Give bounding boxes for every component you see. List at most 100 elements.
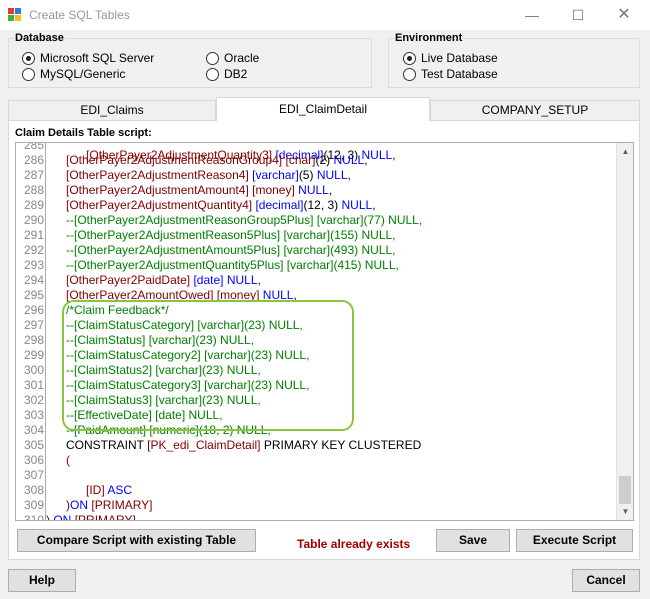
- script-label: Claim Details Table script:: [15, 127, 152, 139]
- code-area[interactable]: [OtherPayer2AdjustmentQuantity3] [decima…: [45, 143, 615, 520]
- radio-label: Oracle: [224, 51, 260, 65]
- code-line: --[OtherPayer2AdjustmentAmount5Plus] [va…: [46, 243, 396, 258]
- environment-legend: Environment: [394, 32, 464, 44]
- cancel-button[interactable]: Cancel: [572, 569, 640, 592]
- code-token: /*Claim Feedback*/: [66, 303, 169, 317]
- code-token: --[ClaimStatusCategory2] [varchar](23) N…: [66, 348, 310, 362]
- radio-live-database[interactable]: Live Database: [403, 51, 498, 65]
- close-button[interactable]: ✕: [601, 0, 647, 30]
- line-number: 293: [23, 258, 44, 272]
- maximize-button[interactable]: ☐: [555, 0, 601, 30]
- code-token: NULL: [333, 153, 365, 167]
- line-number: 301: [23, 378, 44, 392]
- code-token: --[ClaimStatus2] [varchar](23) NULL,: [66, 363, 261, 377]
- code-line: --[ClaimStatus] [varchar](23) NULL,: [46, 333, 254, 348]
- vertical-scrollbar[interactable]: ▲ ▼: [616, 143, 633, 520]
- code-line: [OtherPayer2AmountOwed] [money] NULL,: [46, 288, 297, 303]
- chevron-down-icon[interactable]: ▼: [617, 503, 633, 520]
- script-editor[interactable]: 285 286 287 288 289 290 291 292 293 294 295 296 297 2…: [15, 142, 634, 521]
- code-line: [OtherPayer2PaidDate] [date] NULL,: [46, 273, 261, 288]
- code-line: )ON [PRIMARY]: [46, 498, 152, 513]
- code-line: [OtherPayer2AdjustmentReason4] [varchar]…: [46, 168, 351, 183]
- code-token: NULL: [341, 198, 373, 212]
- code-line: ) ON [PRIMARY]: [46, 513, 136, 520]
- execute-script-button[interactable]: Execute Script: [516, 529, 633, 552]
- code-token: [OtherPayer2AdjustmentReason4]: [66, 168, 249, 182]
- code-line: CONSTRAINT [PK_edi_ClaimDetail] PRIMARY …: [46, 438, 421, 453]
- radio-label: MySQL/Generic: [40, 67, 126, 81]
- line-number: 292: [23, 243, 44, 257]
- code-token: [PRIMARY]: [91, 498, 153, 512]
- title-bar: Create SQL Tables — ☐ ✕: [0, 0, 650, 30]
- scrollbar-thumb[interactable]: [619, 476, 631, 504]
- line-number: 308: [23, 483, 44, 497]
- radio-microsoft-sql-server[interactable]: Microsoft SQL Server: [22, 51, 154, 65]
- code-token: [char]: [285, 153, 316, 167]
- code-line: --[ClaimStatus3] [varchar](23) NULL,: [46, 393, 261, 408]
- code-token: [decimal]: [255, 198, 304, 212]
- minimize-button[interactable]: —: [509, 0, 555, 30]
- line-number: 290: [23, 213, 44, 227]
- line-number: 291: [23, 228, 44, 242]
- code-token: (5): [298, 168, 317, 182]
- code-line: --[ClaimStatusCategory3] [varchar](23) N…: [46, 378, 309, 393]
- compare-script-button[interactable]: Compare Script with existing Table: [17, 529, 256, 552]
- line-number: 294: [23, 273, 44, 287]
- radio-db2[interactable]: DB2: [206, 67, 247, 81]
- app-icon: [8, 8, 21, 21]
- line-number: 304: [23, 423, 44, 437]
- radio-label: Microsoft SQL Server: [40, 51, 155, 65]
- line-number: 288: [23, 183, 44, 197]
- code-token: PRIMARY KEY CLUSTERED: [260, 438, 422, 452]
- tab-company-setup[interactable]: COMPANY_SETUP: [430, 100, 640, 120]
- code-token: ,: [372, 198, 376, 212]
- tab-edi-claimdetail[interactable]: EDI_ClaimDetail: [216, 97, 430, 121]
- code-token: --[ClaimStatus] [varchar](23) NULL,: [66, 333, 255, 347]
- line-number: 306: [23, 453, 44, 467]
- tab-edi-claims[interactable]: EDI_Claims: [8, 100, 216, 120]
- radio-oracle[interactable]: Oracle: [206, 51, 259, 65]
- radio-checked-icon: [22, 51, 35, 65]
- line-number: 289: [23, 198, 44, 212]
- partial-code-line: [OtherPayer2AdjustmentQuantity3] [decima…: [86, 148, 396, 162]
- code-token: --[OtherPayer2AdjustmentQuantity5Plus] […: [66, 258, 399, 272]
- radio-unchecked-icon: [403, 67, 416, 81]
- save-button[interactable]: Save: [436, 529, 510, 552]
- radio-test-database[interactable]: Test Database: [403, 67, 498, 81]
- window-title: Create SQL Tables: [29, 8, 130, 22]
- help-button[interactable]: Help: [8, 569, 76, 592]
- database-legend: Database: [14, 32, 65, 44]
- code-token: [money]: [216, 288, 260, 302]
- line-number: 298: [23, 333, 44, 347]
- code-token: --[ClaimStatus3] [varchar](23) NULL,: [66, 393, 261, 407]
- chevron-up-icon[interactable]: ▲: [617, 143, 633, 160]
- code-token: --[OtherPayer2AdjustmentAmount5Plus] [va…: [66, 243, 396, 257]
- code-token: [OtherPayer2AdjustmentAmount4]: [66, 183, 249, 197]
- code-token: ,: [257, 273, 261, 287]
- radio-mysql-generic[interactable]: MySQL/Generic: [22, 67, 125, 81]
- code-line: --[ClaimStatusCategory] [varchar](23) NU…: [46, 318, 303, 333]
- code-token: ,: [347, 168, 351, 182]
- line-number: 286: [23, 153, 44, 167]
- line-number-gutter: 285 286 287 288 289 290 291 292 293 294 295 296 297 2…: [16, 143, 45, 520]
- line-number: 295: [23, 288, 44, 302]
- radio-label: DB2: [224, 67, 248, 81]
- line-number: 296: [23, 303, 44, 317]
- code-token: (12, 3): [303, 198, 342, 212]
- code-line: [OtherPayer2AdjustmentQuantity4] [decima…: [46, 198, 376, 213]
- code-line: /*Claim Feedback*/: [46, 303, 169, 318]
